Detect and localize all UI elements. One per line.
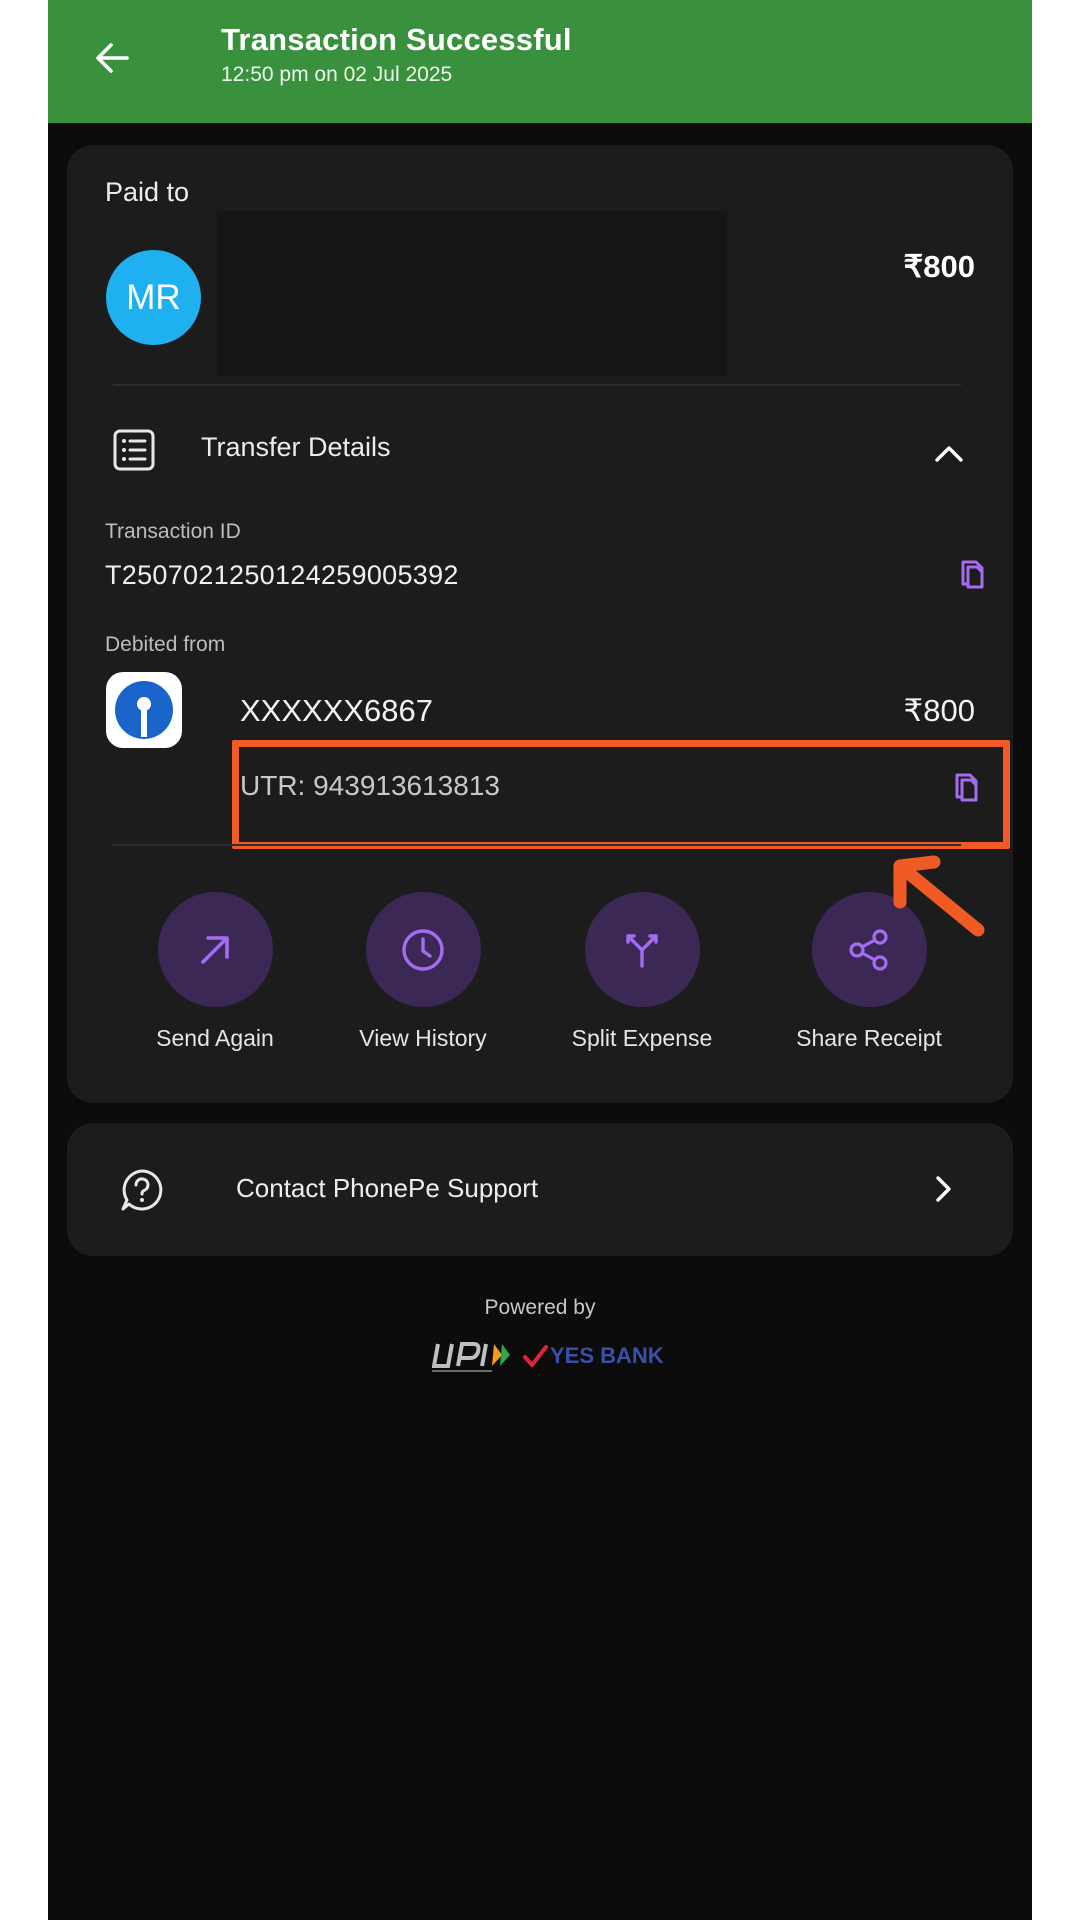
view-history-circle	[365, 892, 481, 1007]
copy-utr-icon[interactable]	[949, 769, 985, 805]
page-title: Transaction Successful	[221, 22, 572, 57]
debit-account-number: XXXXXX6867	[240, 693, 434, 728]
transaction-card: Paid to MR ₹800 Transfer Details Transac…	[67, 145, 1013, 1103]
share-receipt-circle	[811, 892, 927, 1007]
copy-icon[interactable]	[955, 556, 991, 592]
redacted-payee-details	[217, 211, 727, 376]
yes-bank-text: YES BANK	[550, 1343, 664, 1368]
send-again-label: Send Again	[156, 1025, 274, 1051]
arrow-up-right-icon	[201, 935, 229, 964]
transaction-id-label: Transaction ID	[105, 520, 241, 543]
yes-bank-tick-icon	[523, 1345, 548, 1367]
paid-amount: ₹800	[903, 249, 975, 284]
share-receipt-label: Share Receipt	[796, 1025, 942, 1051]
bank-logo	[106, 672, 182, 748]
utr-number: UTR: 943913613813	[240, 770, 500, 801]
send-again-button[interactable]: Send Again	[115, 892, 315, 1052]
upi-logo-icon	[432, 1342, 510, 1372]
contact-support-label: Contact PhonePe Support	[236, 1173, 539, 1203]
clock-icon	[402, 928, 444, 971]
transaction-timestamp: 12:50 pm on 02 Jul 2025	[221, 63, 453, 86]
transfer-details-label: Transfer Details	[201, 432, 391, 462]
powered-by-label: Powered by	[484, 1296, 596, 1319]
share-receipt-button[interactable]: Share Receipt	[769, 892, 969, 1052]
sbi-logo-icon	[115, 681, 173, 739]
divider	[113, 384, 961, 386]
debit-amount: ₹800	[903, 693, 975, 728]
yes-bank-logo: YES BANK	[522, 1336, 664, 1376]
phone-screen: Transaction Successful 12:50 pm on 02 Ju…	[48, 0, 1032, 1920]
view-history-label: View History	[359, 1025, 487, 1051]
share-icon	[849, 928, 888, 971]
chevron-up-icon[interactable]	[929, 434, 969, 474]
split-expense-label: Split Expense	[571, 1025, 713, 1051]
split-icon	[626, 933, 658, 968]
transaction-id-value: T2507021250124259005392	[105, 560, 459, 590]
divider	[113, 844, 961, 846]
split-expense-circle	[584, 892, 700, 1007]
back-arrow-icon	[96, 43, 129, 73]
receipt-list-icon	[113, 429, 155, 471]
chevron-right-icon	[936, 1176, 951, 1202]
paid-to-label: Paid to	[105, 177, 190, 207]
split-expense-button[interactable]: Split Expense	[542, 892, 742, 1052]
header-bar: Transaction Successful 12:50 pm on 02 Ju…	[48, 0, 1032, 123]
payee-avatar: MR	[106, 250, 201, 345]
view-history-button[interactable]: View History	[323, 892, 523, 1052]
send-again-circle	[157, 892, 273, 1007]
contact-support-row[interactable]: Contact PhonePe Support	[67, 1123, 1013, 1256]
help-bubble-icon	[121, 1169, 163, 1211]
back-button[interactable]	[88, 34, 136, 82]
debited-from-label: Debited from	[105, 633, 226, 656]
